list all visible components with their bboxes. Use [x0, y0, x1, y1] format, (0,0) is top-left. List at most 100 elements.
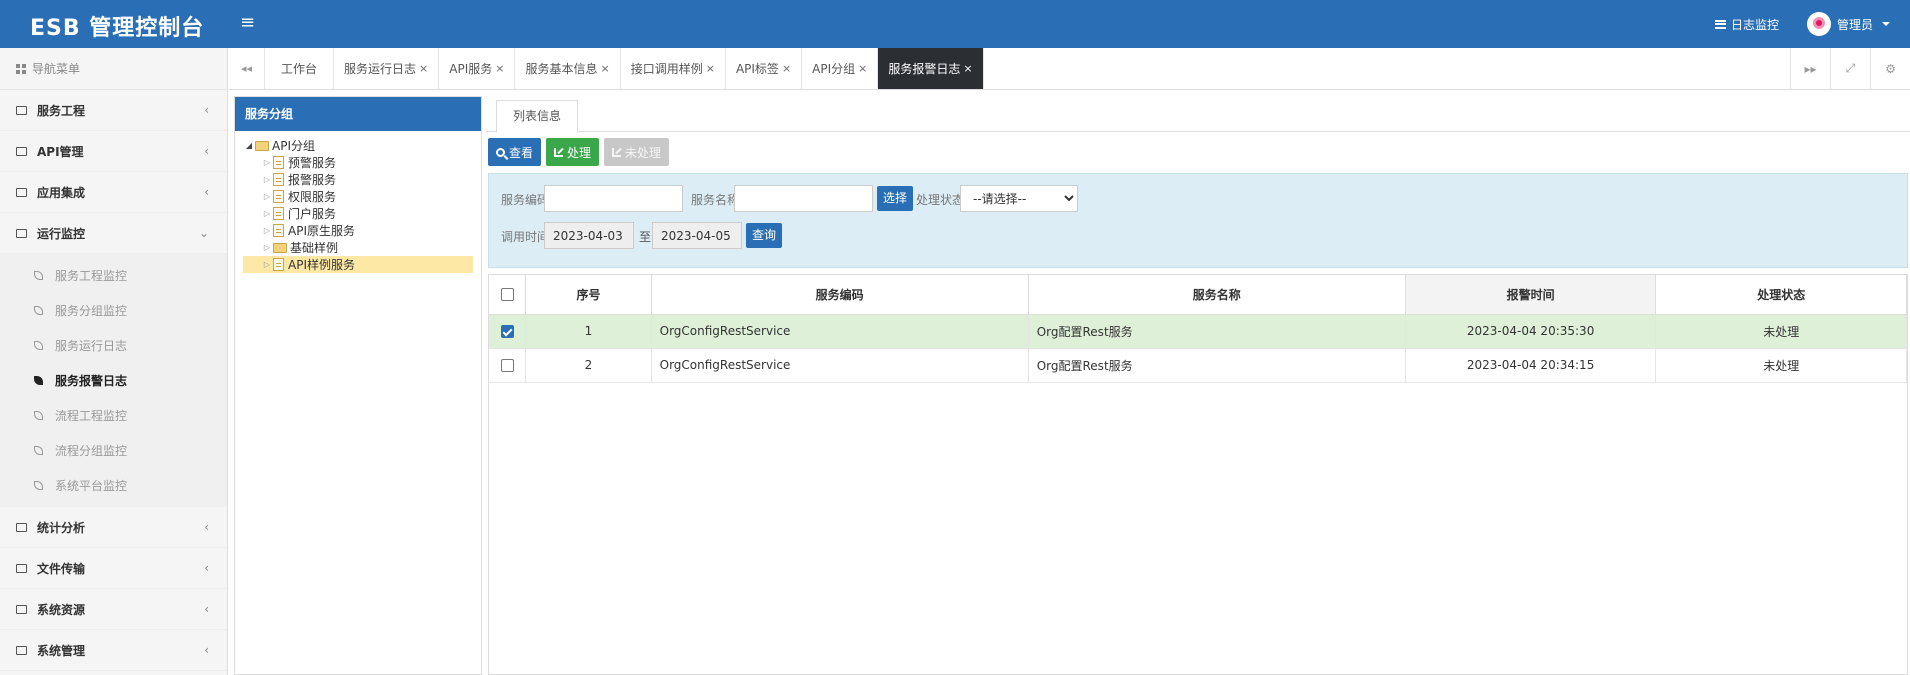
- tree-node[interactable]: ▷ API样例服务: [243, 256, 473, 273]
- close-icon[interactable]: ×: [858, 62, 867, 75]
- sidebar-item-3[interactable]: 运行监控 ⌄: [0, 213, 227, 254]
- unprocess-button[interactable]: 未处理: [604, 138, 670, 166]
- sidebar-item-7[interactable]: 系统管理 ‹: [0, 630, 227, 671]
- close-icon[interactable]: ×: [495, 62, 504, 75]
- tab-item[interactable]: 接口调用样例 ×: [621, 48, 726, 89]
- menu-toggle-icon[interactable]: ≡: [240, 12, 255, 33]
- close-icon[interactable]: ×: [963, 62, 972, 75]
- tab-item[interactable]: API分组 ×: [802, 48, 879, 89]
- header-right: 日志监控 管理员: [1714, 0, 1910, 48]
- content-tabs: 列表信息: [486, 96, 1910, 133]
- close-icon[interactable]: ×: [600, 62, 609, 75]
- tab-list: 工作台 服务运行日志 × API服务 × 服务基本信息 × 接口调用样例 × API标签 × API分…: [265, 48, 1790, 89]
- cell-alarm-time: 2023-04-04 20:35:30: [1405, 314, 1657, 349]
- sidebar-item-label: 运行监控: [37, 226, 86, 241]
- close-icon[interactable]: ×: [782, 62, 791, 75]
- select-button[interactable]: 选择: [877, 186, 914, 211]
- fullscreen-icon[interactable]: ⤢: [1830, 48, 1870, 89]
- col-alarm-time[interactable]: 报警时间: [1405, 275, 1657, 315]
- view-button[interactable]: 查看: [488, 138, 542, 166]
- sidebar-item-label: 应用集成: [37, 185, 86, 200]
- service-code-input[interactable]: [544, 185, 683, 212]
- tab-prev-icon[interactable]: ◂◂: [229, 48, 265, 89]
- tree-node-label: 预警服务: [288, 156, 337, 170]
- settings-icon[interactable]: ⚙: [1870, 48, 1910, 89]
- row-checkbox[interactable]: [500, 325, 514, 338]
- tree-node[interactable]: ▷ API原生服务: [243, 222, 473, 239]
- date-to-input[interactable]: [652, 222, 742, 249]
- submenu-item[interactable]: 服务分组监控: [0, 293, 227, 328]
- chevron-icon: ‹: [204, 643, 209, 657]
- log-monitor-link[interactable]: 日志监控: [1714, 16, 1779, 33]
- select-all-checkbox[interactable]: [500, 288, 514, 302]
- leaf-icon: [34, 306, 43, 315]
- process-button[interactable]: 处理: [546, 138, 600, 166]
- submenu-item[interactable]: 系统平台监控: [0, 468, 227, 503]
- tree-node[interactable]: ▷ 门户服务: [243, 205, 473, 222]
- tab-item[interactable]: API服务 ×: [439, 48, 516, 89]
- sidebar-item-6[interactable]: 系统资源 ‹: [0, 589, 227, 630]
- tab-item[interactable]: API标签 ×: [726, 48, 803, 89]
- tree-node[interactable]: ▷ 权限服务: [243, 188, 473, 205]
- tree-collapsed-icon[interactable]: ▷: [261, 175, 273, 184]
- submenu-item[interactable]: 流程工程监控: [0, 398, 227, 433]
- main-content: 列表信息 查看 处理 未处理 服务编码 服务名称 选择 处理状态 --请选择--…: [486, 96, 1910, 675]
- tab-item[interactable]: 服务运行日志 ×: [334, 48, 440, 89]
- tab-item[interactable]: 工作台: [265, 48, 335, 89]
- tree-collapsed-icon[interactable]: ▷: [261, 209, 273, 218]
- file-icon: [273, 258, 284, 271]
- tree-node[interactable]: ▷ 预警服务: [243, 154, 473, 171]
- tree-collapsed-icon[interactable]: ▷: [261, 260, 273, 269]
- close-icon[interactable]: ×: [419, 62, 428, 75]
- row-checkbox[interactable]: [500, 359, 514, 372]
- tab-label: 工作台: [281, 62, 318, 76]
- nav-title-label: 导航菜单: [32, 61, 81, 76]
- table-body: 1 OrgConfigRestService Org配置Rest服务 2023-04-…: [489, 314, 1907, 383]
- monitor-submenu: 服务工程监控 服务分组监控 服务运行日志 服务报警日志 流程工程监控 流程分组监控 系统平台…: [0, 254, 227, 507]
- tree-node[interactable]: ▷ 基础样例: [243, 239, 473, 256]
- tree-collapsed-icon[interactable]: ▷: [261, 158, 273, 167]
- edit-icon: [554, 147, 564, 157]
- sidebar-item-0[interactable]: 服务工程 ‹: [0, 90, 227, 131]
- sidebar-item-2[interactable]: 应用集成 ‹: [0, 172, 227, 213]
- col-service-name[interactable]: 服务名称: [1028, 275, 1406, 315]
- user-menu[interactable]: 管理员: [1806, 12, 1890, 36]
- submenu-item[interactable]: 流程分组监控: [0, 433, 227, 468]
- view-button-label: 查看: [509, 145, 534, 160]
- status-label: 处理状态: [916, 193, 965, 207]
- table-row[interactable]: 1 OrgConfigRestService Org配置Rest服务 2023-04-…: [489, 314, 1907, 349]
- sidebar-item-5[interactable]: 文件传输 ‹: [0, 548, 227, 589]
- col-status[interactable]: 处理状态: [1655, 275, 1907, 315]
- submenu-item[interactable]: 服务报警日志: [0, 363, 227, 398]
- tree-node[interactable]: ▷ 报警服务: [243, 171, 473, 188]
- tree-root[interactable]: ◢ API分组: [243, 137, 473, 154]
- col-service-code[interactable]: 服务编码: [651, 275, 1029, 315]
- tree-collapsed-icon[interactable]: ▷: [261, 243, 273, 252]
- tree-collapsed-icon[interactable]: ▷: [261, 192, 273, 201]
- nav-title: 导航菜单: [0, 48, 227, 90]
- file-icon: [273, 190, 284, 203]
- date-from-input[interactable]: [544, 222, 634, 249]
- tab-next-icon[interactable]: ▸▸: [1790, 48, 1830, 89]
- submenu-item[interactable]: 服务工程监控: [0, 258, 227, 293]
- query-button[interactable]: 查询: [746, 223, 783, 248]
- tab-item[interactable]: 服务报警日志 ×: [878, 48, 984, 89]
- tree-expanded-icon[interactable]: ◢: [243, 141, 255, 150]
- close-icon[interactable]: ×: [706, 62, 715, 75]
- col-seq[interactable]: 序号: [525, 275, 652, 315]
- select-all-cell: [489, 275, 527, 315]
- row-select-cell: [489, 314, 527, 349]
- tree-collapsed-icon[interactable]: ▷: [261, 226, 273, 235]
- status-select[interactable]: --请选择--: [960, 185, 1078, 212]
- service-name-input[interactable]: [734, 185, 873, 212]
- sidebar-item-4[interactable]: 统计分析 ‹: [0, 507, 227, 548]
- sidebar-item-1[interactable]: API管理 ‹: [0, 131, 227, 172]
- file-icon: [273, 224, 284, 237]
- tab-list-info[interactable]: 列表信息: [496, 100, 579, 133]
- grid-icon: [16, 63, 26, 74]
- tab-label: API标签: [735, 62, 779, 76]
- submenu-item[interactable]: 服务运行日志: [0, 328, 227, 363]
- tab-item[interactable]: 服务基本信息 ×: [515, 48, 621, 89]
- table-row[interactable]: 2 OrgConfigRestService Org配置Rest服务 2023-04-…: [489, 348, 1907, 383]
- cell-status: 未处理: [1655, 314, 1907, 349]
